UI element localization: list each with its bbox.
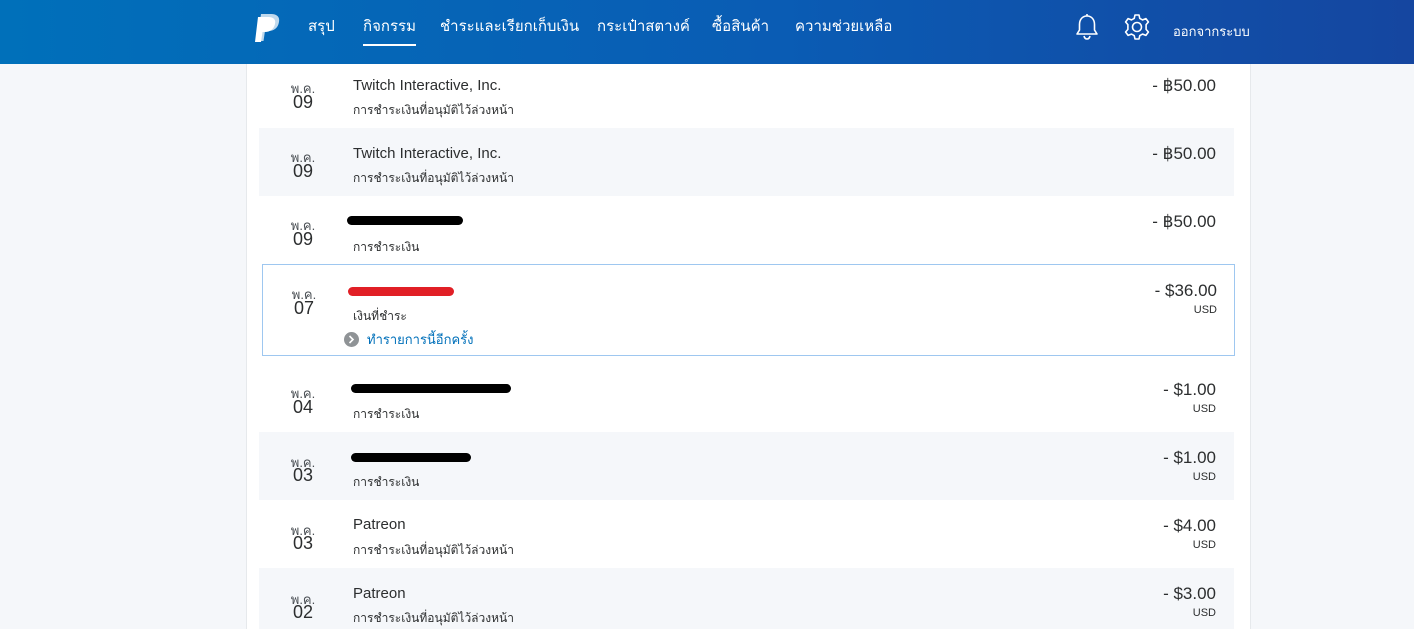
- transaction-row-selected[interactable]: พ.ค. 07 เงินที่ชำระ - $36.00 USD ทำรายกา…: [262, 264, 1235, 356]
- transaction-currency: USD: [1192, 607, 1216, 619]
- transaction-day: 09: [292, 229, 314, 249]
- transaction-row[interactable]: พ.ค. 09 Twitch Interactive, Inc. การชำระ…: [259, 128, 1234, 196]
- transaction-row[interactable]: พ.ค. 02 Patreon การชำระเงินที่อนุมัติไว้…: [259, 568, 1234, 629]
- transaction-type: การชำระเงิน: [353, 240, 420, 254]
- transaction-row[interactable]: พ.ค. 03 การชำระเงิน - $1.00 USD: [259, 432, 1234, 500]
- bell-icon[interactable]: [1074, 13, 1100, 41]
- transaction-amount: - $1.00: [1163, 380, 1216, 399]
- gear-icon[interactable]: [1123, 13, 1151, 41]
- transaction-amount: - $1.00: [1163, 448, 1216, 467]
- transaction-amount: - $36.00: [1154, 281, 1217, 300]
- transaction-row[interactable]: พ.ค. 09 การชำระเงิน - ฿50.00: [259, 196, 1234, 264]
- transaction-day: 07: [293, 298, 315, 318]
- transaction-day: 03: [292, 465, 314, 485]
- transaction-currency: USD: [1193, 304, 1217, 316]
- transaction-type: การชำระเงิน: [353, 407, 420, 421]
- transaction-type: การชำระเงิน: [353, 475, 420, 489]
- transaction-currency: USD: [1192, 539, 1216, 551]
- nav-item-wallet[interactable]: กระเป๋าสตางค์: [597, 18, 690, 36]
- redaction-mark: [351, 453, 471, 462]
- transaction-merchant: Patreon: [353, 516, 406, 533]
- redaction-mark: [347, 216, 463, 225]
- transaction-day: 02: [292, 602, 314, 622]
- transaction-merchant: Twitch Interactive, Inc.: [353, 77, 502, 94]
- transaction-type: การชำระเงินที่อนุมัติไว้ล่วงหน้า: [353, 103, 514, 117]
- redaction-mark: [351, 384, 511, 393]
- nav-item-help[interactable]: ความช่วยเหลือ: [795, 18, 892, 36]
- transaction-amount: - ฿50.00: [1152, 76, 1216, 95]
- transaction-merchant: Patreon: [353, 585, 406, 602]
- transaction-type: การชำระเงินที่อนุมัติไว้ล่วงหน้า: [353, 543, 514, 557]
- transaction-day: 09: [292, 161, 314, 181]
- transaction-row[interactable]: พ.ค. 09 Twitch Interactive, Inc. การชำระ…: [259, 64, 1234, 128]
- transaction-amount: - $3.00: [1163, 584, 1216, 603]
- transaction-amount: - ฿50.00: [1152, 212, 1216, 231]
- logout-link[interactable]: ออกจากระบบ: [1173, 21, 1250, 42]
- transaction-day: 04: [292, 397, 314, 417]
- top-navigation-bar: สรุป กิจกรรม ชำระและเรียกเก็บเงิน กระเป๋…: [0, 0, 1414, 64]
- activity-list: พ.ค. 09 Twitch Interactive, Inc. การชำระ…: [246, 64, 1251, 629]
- transaction-row[interactable]: พ.ค. 04 การชำระเงิน - $1.00 USD: [259, 364, 1234, 432]
- transaction-type: เงินที่ชำระ: [353, 309, 407, 323]
- nav-item-summary[interactable]: สรุป: [308, 18, 335, 36]
- transaction-day: 09: [292, 92, 314, 112]
- redaction-mark: [348, 287, 454, 296]
- repeat-transaction-label: ทำรายการนี้อีกครั้ง: [367, 332, 474, 347]
- nav-item-activity[interactable]: กิจกรรม: [363, 18, 416, 46]
- transaction-row[interactable]: พ.ค. 03 Patreon การชำระเงินที่อนุมัติไว้…: [259, 500, 1234, 568]
- transaction-currency: USD: [1192, 403, 1216, 415]
- transaction-type: การชำระเงินที่อนุมัติไว้ล่วงหน้า: [353, 171, 514, 185]
- transaction-currency: USD: [1192, 471, 1216, 483]
- repeat-transaction-link[interactable]: ทำรายการนี้อีกครั้ง: [344, 329, 474, 350]
- transaction-amount: - $4.00: [1163, 516, 1216, 535]
- nav-item-send-request[interactable]: ชำระและเรียกเก็บเงิน: [440, 18, 579, 36]
- transaction-merchant: Twitch Interactive, Inc.: [353, 145, 502, 162]
- transaction-type: การชำระเงินที่อนุมัติไว้ล่วงหน้า: [353, 611, 514, 625]
- transaction-amount: - ฿50.00: [1152, 144, 1216, 163]
- chevron-right-icon: [344, 332, 359, 347]
- paypal-logo[interactable]: [254, 13, 280, 43]
- nav-item-shop[interactable]: ซื้อสินค้า: [712, 18, 769, 36]
- transaction-day: 03: [292, 533, 314, 553]
